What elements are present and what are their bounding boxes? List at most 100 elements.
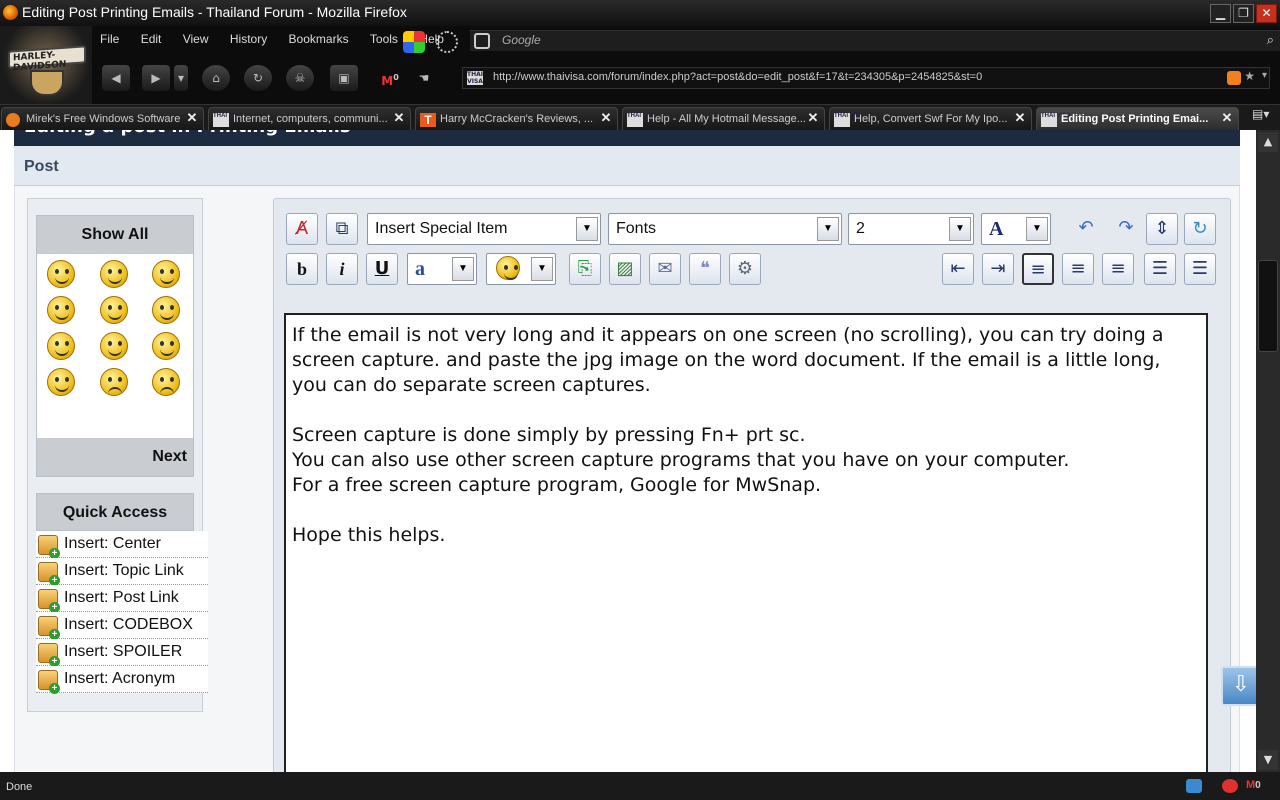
emoticon-icon[interactable] bbox=[100, 332, 128, 360]
gmail-icon[interactable]: M0 bbox=[376, 65, 404, 91]
resize-icon[interactable]: ⇕ bbox=[1146, 213, 1178, 245]
unordered-list-icon[interactable]: ☰ bbox=[1184, 253, 1216, 285]
emoticon-icon[interactable] bbox=[152, 332, 180, 360]
addon-status-icon[interactable] bbox=[1186, 779, 1202, 793]
scroll-up-icon[interactable]: ▲ bbox=[1258, 132, 1278, 152]
scroll-down-float-icon[interactable]: ⇩ bbox=[1221, 666, 1261, 706]
font-style-select[interactable]: a ▼ bbox=[407, 253, 477, 285]
search-input[interactable]: Google bbox=[502, 33, 541, 47]
tab-internet-computers[interactable]: THAI VISA Internet, computers, communi..… bbox=[208, 107, 411, 131]
font-select[interactable]: Fonts ▼ bbox=[608, 213, 842, 245]
insert-link-icon[interactable]: ⎘ bbox=[569, 253, 601, 285]
special-item-select[interactable]: Insert Special Item ▼ bbox=[367, 213, 601, 245]
tab-close-icon[interactable]: ✕ bbox=[1220, 111, 1234, 125]
tab-hotmail-help[interactable]: THAI VISA Help - All My Hotmail Message.… bbox=[622, 107, 825, 131]
menu-edit[interactable]: Edit bbox=[141, 32, 162, 46]
insert-quote-icon[interactable]: ❝ bbox=[689, 253, 721, 285]
insert-code-icon[interactable]: ⚙ bbox=[729, 253, 761, 285]
align-right-icon[interactable]: ≡ bbox=[1102, 253, 1134, 285]
search-bar[interactable]: Google ⌕ bbox=[470, 30, 1280, 51]
undo-icon[interactable]: ↶ bbox=[1070, 213, 1102, 245]
emoticon-icon[interactable] bbox=[47, 368, 75, 396]
url-bar[interactable]: THAI VISA http://www.thaivisa.com/forum/… bbox=[462, 67, 1270, 89]
search-engine-icon[interactable] bbox=[474, 33, 490, 49]
screenshot-icon[interactable]: ▣ bbox=[330, 65, 358, 91]
show-all-button[interactable]: Show All bbox=[37, 216, 193, 254]
quick-insert-topic-link[interactable]: Insert: Topic Link bbox=[36, 558, 208, 586]
tab-harry-mccracken[interactable]: T Harry McCracken's Reviews, ... ✕ bbox=[415, 107, 618, 131]
search-icon[interactable]: ⌕ bbox=[1267, 33, 1274, 48]
scroll-thumb[interactable] bbox=[1258, 260, 1278, 352]
outdent-icon[interactable]: ⇤ bbox=[942, 253, 974, 285]
url-input[interactable]: http://www.thaivisa.com/forum/index.php?… bbox=[493, 71, 982, 83]
scroll-down-icon[interactable]: ▼ bbox=[1258, 750, 1278, 770]
quick-insert-spoiler[interactable]: Insert: SPOILER bbox=[36, 639, 208, 667]
emoticon-icon[interactable] bbox=[100, 260, 128, 288]
quick-insert-codebox[interactable]: Insert: CODEBOX bbox=[36, 612, 208, 640]
quick-insert-acronym[interactable]: Insert: Acronym bbox=[36, 666, 208, 694]
tab-close-icon[interactable]: ✕ bbox=[806, 111, 820, 125]
page-scrollbar[interactable]: ▲ ▼ bbox=[1256, 130, 1280, 772]
tab-close-icon[interactable]: ✕ bbox=[1013, 111, 1027, 125]
menu-bookmarks[interactable]: Bookmarks bbox=[289, 32, 349, 46]
close-button[interactable]: ✕ bbox=[1256, 4, 1277, 23]
next-button[interactable]: Next bbox=[37, 438, 193, 476]
rss-icon[interactable] bbox=[1227, 71, 1241, 85]
underline-button[interactable]: U bbox=[366, 253, 398, 285]
tab-mireks[interactable]: Mirek's Free Windows Software ✕ bbox=[1, 107, 204, 131]
emoticon-icon[interactable] bbox=[47, 296, 75, 324]
maximize-button[interactable]: ❐ bbox=[1233, 4, 1254, 23]
emoticon-icon[interactable] bbox=[47, 332, 75, 360]
menu-view[interactable]: View bbox=[183, 32, 209, 46]
forward-icon[interactable]: ▶ bbox=[142, 65, 170, 91]
redo-icon[interactable]: ↷ bbox=[1110, 213, 1142, 245]
stop-icon[interactable]: ☠ bbox=[286, 65, 314, 91]
align-left-icon[interactable]: ≡ bbox=[1022, 253, 1054, 285]
minimize-button[interactable]: ▁ bbox=[1210, 4, 1231, 23]
tab-editing-post[interactable]: THAI VISA Editing Post Printing Emai... … bbox=[1036, 107, 1239, 131]
font-color-select[interactable]: A ▼ bbox=[981, 213, 1051, 245]
emoticon-icon[interactable] bbox=[100, 368, 128, 396]
gmail-status-icon[interactable]: M0 bbox=[1246, 779, 1261, 791]
chevron-down-icon: ▼ bbox=[531, 257, 553, 281]
emoticon-icon[interactable] bbox=[100, 296, 128, 324]
emoticon-icon[interactable] bbox=[47, 260, 75, 288]
emoticon-icon[interactable] bbox=[152, 296, 180, 324]
home-icon[interactable]: ⌂ bbox=[202, 65, 230, 91]
apps-icon[interactable] bbox=[403, 31, 425, 53]
tab-close-icon[interactable]: ✕ bbox=[392, 111, 406, 125]
bookmark-star-icon[interactable]: ★ bbox=[1244, 69, 1255, 83]
security-status-icon[interactable] bbox=[1222, 779, 1238, 793]
toggle-view-icon[interactable]: ⧉ bbox=[326, 213, 358, 245]
refresh-icon[interactable]: ↻ bbox=[1184, 213, 1216, 245]
insert-email-icon[interactable]: ✉ bbox=[649, 253, 681, 285]
url-dropdown-icon[interactable]: ▾ bbox=[1262, 70, 1267, 81]
insert-plus-icon bbox=[38, 535, 60, 559]
insert-image-icon[interactable]: ▨ bbox=[609, 253, 641, 285]
menu-tools[interactable]: Tools bbox=[370, 32, 398, 46]
emoticon-icon[interactable] bbox=[152, 368, 180, 396]
remove-format-icon[interactable]: A̸ bbox=[286, 213, 318, 245]
post-body-textarea[interactable]: If the email is not very long and it app… bbox=[284, 313, 1208, 772]
font-size-select[interactable]: 2 ▼ bbox=[848, 213, 974, 245]
menu-file[interactable]: File bbox=[100, 32, 119, 46]
back-icon[interactable]: ◀ bbox=[102, 65, 130, 91]
emoticon-icon[interactable] bbox=[152, 260, 180, 288]
menu-history[interactable]: History bbox=[230, 32, 267, 46]
reload-icon[interactable]: ↻ bbox=[244, 65, 272, 91]
bold-button[interactable]: b bbox=[286, 253, 318, 285]
indent-icon[interactable]: ⇥ bbox=[982, 253, 1014, 285]
ordered-list-icon[interactable]: ☰ bbox=[1144, 253, 1176, 285]
tab-close-icon[interactable]: ✕ bbox=[185, 111, 199, 125]
hand-icon[interactable]: ☚ bbox=[410, 65, 438, 91]
tab-list-icon[interactable]: ▤▾ bbox=[1252, 107, 1276, 127]
history-dropdown-icon[interactable]: ▾ bbox=[174, 65, 188, 91]
emoticon-select[interactable]: ▼ bbox=[486, 253, 556, 285]
tab-convert-swf[interactable]: THAI VISA Help, Convert Swf For My Ipo..… bbox=[829, 107, 1032, 131]
align-center-icon[interactable]: ≡ bbox=[1062, 253, 1094, 285]
quick-insert-center[interactable]: Insert: Center bbox=[36, 531, 208, 559]
gear-icon[interactable] bbox=[436, 31, 458, 53]
italic-button[interactable]: i bbox=[326, 253, 358, 285]
quick-insert-post-link[interactable]: Insert: Post Link bbox=[36, 585, 208, 613]
tab-close-icon[interactable]: ✕ bbox=[599, 111, 613, 125]
